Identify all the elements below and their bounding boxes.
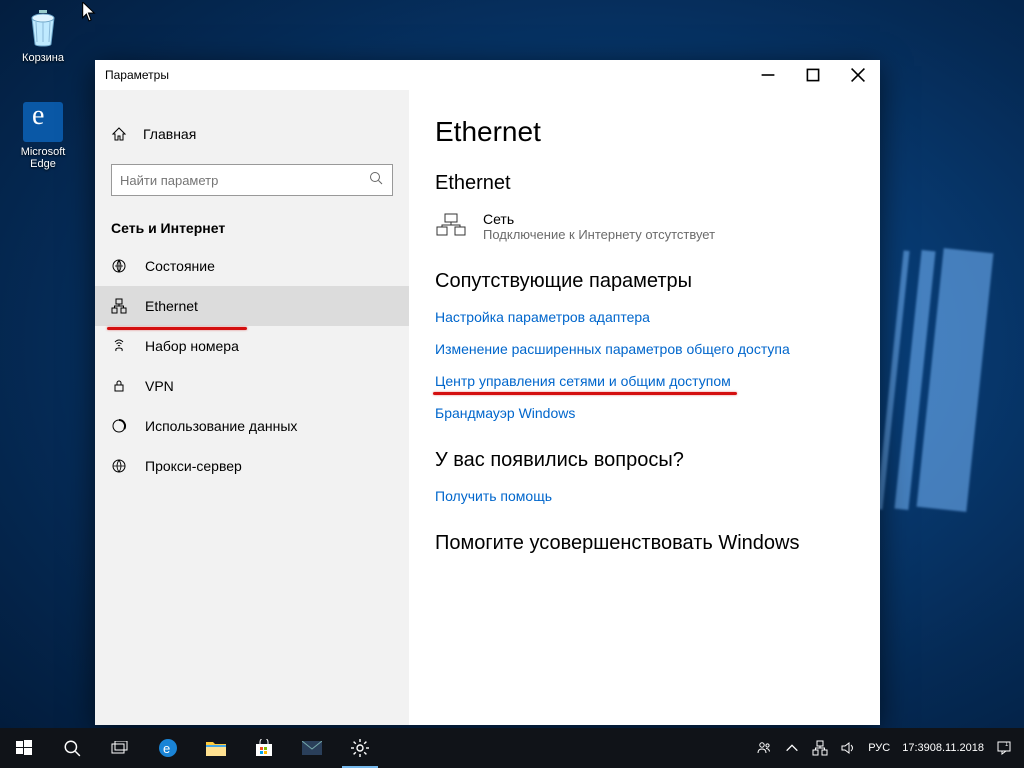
network-name: Сеть — [483, 211, 715, 227]
link-network-center[interactable]: Центр управления сетями и общим доступом — [435, 373, 731, 389]
show-desktop[interactable] — [1018, 728, 1024, 768]
svg-text:1: 1 — [1005, 742, 1009, 748]
search-icon — [63, 739, 81, 757]
home-link[interactable]: Главная — [95, 118, 409, 150]
tray-clock[interactable]: 17:39 08.11.2018 — [896, 728, 990, 768]
tray-network[interactable] — [806, 728, 834, 768]
link-firewall[interactable]: Брандмауэр Windows — [435, 405, 575, 421]
tray-notifications[interactable]: 1 — [990, 728, 1018, 768]
edge-icon — [23, 102, 63, 142]
maximize-button[interactable] — [790, 60, 835, 90]
vpn-icon — [111, 378, 129, 394]
nav-proxy[interactable]: Прокси-сервер — [95, 446, 409, 486]
home-icon — [111, 126, 129, 142]
folder-icon — [206, 740, 226, 756]
section-related: Сопутствующие параметры — [435, 270, 854, 293]
link-label: Центр управления сетями и общим доступом — [435, 373, 731, 389]
edge-icon: e — [158, 738, 178, 758]
status-icon — [111, 258, 129, 274]
network-entry[interactable]: Сеть Подключение к Интернету отсутствует — [435, 211, 854, 242]
ethernet-icon — [111, 298, 129, 314]
taskbar-search[interactable] — [48, 728, 96, 768]
mail-icon — [302, 741, 322, 755]
taskview-icon — [111, 741, 129, 755]
clock-date: 08.11.2018 — [930, 742, 984, 755]
taskbar-edge[interactable]: e — [144, 728, 192, 768]
data-usage-icon — [111, 418, 129, 434]
tray-language[interactable]: РУС — [862, 728, 896, 768]
notifications-icon: 1 — [996, 740, 1012, 756]
desktop-edge[interactable]: Microsoft Edge — [8, 102, 78, 170]
nav-vpn[interactable]: VPN — [95, 366, 409, 406]
nav-label: Состояние — [145, 258, 215, 274]
chevron-up-icon — [784, 740, 800, 756]
desktop-icon-label: Корзина — [8, 52, 78, 64]
network-icon — [812, 740, 828, 756]
link-adapter-settings[interactable]: Настройка параметров адаптера — [435, 309, 650, 325]
taskbar-explorer[interactable] — [192, 728, 240, 768]
clock-time: 17:39 — [902, 742, 930, 755]
tray-people[interactable] — [750, 728, 778, 768]
taskbar: e РУС 17:39 08.11.2018 1 — [0, 728, 1024, 768]
minimize-button[interactable] — [745, 60, 790, 90]
section-questions: У вас появились вопросы? — [435, 449, 854, 472]
people-icon — [756, 740, 772, 756]
start-button[interactable] — [0, 728, 48, 768]
nav-status[interactable]: Состояние — [95, 246, 409, 286]
nav-label: Использование данных — [145, 418, 297, 434]
taskbar-taskview[interactable] — [96, 728, 144, 768]
tray-volume[interactable] — [834, 728, 862, 768]
nav-ethernet[interactable]: Ethernet — [95, 286, 409, 326]
volume-icon — [840, 740, 856, 756]
section-improve: Помогите усовершенствовать Windows — [435, 532, 854, 555]
nav-label: VPN — [145, 378, 174, 394]
sidebar: Главная Сеть и Интернет Состояние Ethern… — [95, 90, 409, 725]
nav-datausage[interactable]: Использование данных — [95, 406, 409, 446]
svg-text:e: e — [163, 741, 170, 756]
taskbar-store[interactable] — [240, 728, 288, 768]
proxy-icon — [111, 458, 129, 474]
close-button[interactable] — [835, 60, 880, 90]
tray-chevron[interactable] — [778, 728, 806, 768]
search-icon — [368, 170, 384, 191]
gear-icon — [351, 739, 369, 757]
window-title: Параметры — [105, 68, 745, 82]
windows-icon — [16, 740, 32, 756]
network-status: Подключение к Интернету отсутствует — [483, 227, 715, 242]
cursor-icon — [82, 2, 96, 22]
title-bar[interactable]: Параметры — [95, 60, 880, 90]
annotation-underline — [433, 392, 737, 395]
content-pane: Ethernet Ethernet Сеть Подключение к Инт… — [409, 90, 880, 725]
nav-label: Набор номера — [145, 338, 239, 354]
section-title: Сеть и Интернет — [95, 216, 409, 246]
section-ethernet: Ethernet — [435, 172, 854, 195]
nav-label: Прокси-сервер — [145, 458, 242, 474]
nav-label: Ethernet — [145, 298, 198, 314]
taskbar-mail[interactable] — [288, 728, 336, 768]
search-input[interactable] — [120, 173, 368, 188]
store-icon — [255, 739, 273, 757]
page-heading: Ethernet — [435, 116, 854, 148]
taskbar-settings[interactable] — [336, 728, 384, 768]
home-label: Главная — [143, 126, 196, 142]
recycle-bin-icon — [22, 6, 64, 48]
system-tray: РУС 17:39 08.11.2018 1 — [750, 728, 1024, 768]
link-advanced-sharing[interactable]: Изменение расширенных параметров общего … — [435, 341, 790, 357]
desktop-icon-label: Microsoft Edge — [8, 146, 78, 170]
desktop-recycle-bin[interactable]: Корзина — [8, 6, 78, 64]
link-get-help[interactable]: Получить помощь — [435, 488, 552, 504]
dialup-icon — [111, 338, 129, 354]
network-icon — [435, 213, 469, 237]
nav-dialup[interactable]: Набор номера — [95, 326, 409, 366]
settings-window: Параметры Главная Сеть и Интернет Состоя… — [95, 60, 880, 725]
search-box[interactable] — [111, 164, 393, 196]
